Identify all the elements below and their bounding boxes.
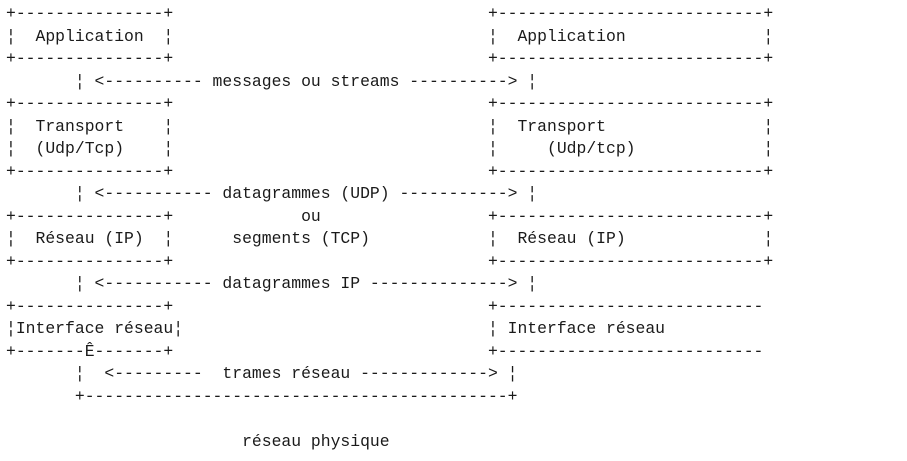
- diagram-line: ¦ (Udp/Tcp) ¦ ¦ (Udp/tcp) ¦: [6, 139, 774, 158]
- diagram-line: +---------------+ +---------------------…: [6, 94, 774, 113]
- diagram-line: ¦ Réseau (IP) ¦ segments (TCP) ¦ Réseau …: [6, 229, 774, 248]
- diagram-line: +-------Ê-------+ +---------------------…: [6, 341, 764, 361]
- diagram-line: ¦ Transport ¦ ¦ Transport ¦: [6, 116, 774, 136]
- diagram-line: ¦Interface réseau¦ ¦ Interface réseau: [6, 319, 666, 338]
- diagram-line: +---------------+ +---------------------…: [6, 251, 774, 271]
- diagram-line: ¦ <---------- messages ou streams ------…: [6, 71, 538, 91]
- diagram-line: +---------------+ +---------------------…: [6, 49, 774, 68]
- diagram-line: ¦ Application ¦ ¦ Application ¦: [6, 26, 774, 46]
- diagram-line: ¦ <----------- datagrammes IP ----------…: [6, 274, 538, 293]
- diagram-line: +---------------+ +---------------------…: [6, 161, 774, 181]
- diagram-line: +---------------+ ou +------------------…: [6, 206, 774, 226]
- diagram-line: +---------------+ +---------------------…: [6, 296, 764, 316]
- diagram-line: +---------------------------------------…: [6, 386, 518, 406]
- diagram-line: réseau physique: [6, 431, 390, 451]
- diagram-line: +---------------+ +---------------------…: [6, 4, 774, 23]
- protocol-stack-diagram: +---------------+ +---------------------…: [6, 3, 773, 453]
- diagram-line: ¦ <----------- datagrammes (UDP) -------…: [6, 184, 538, 203]
- diagram-line: ¦ <--------- trames réseau -------------…: [6, 364, 518, 383]
